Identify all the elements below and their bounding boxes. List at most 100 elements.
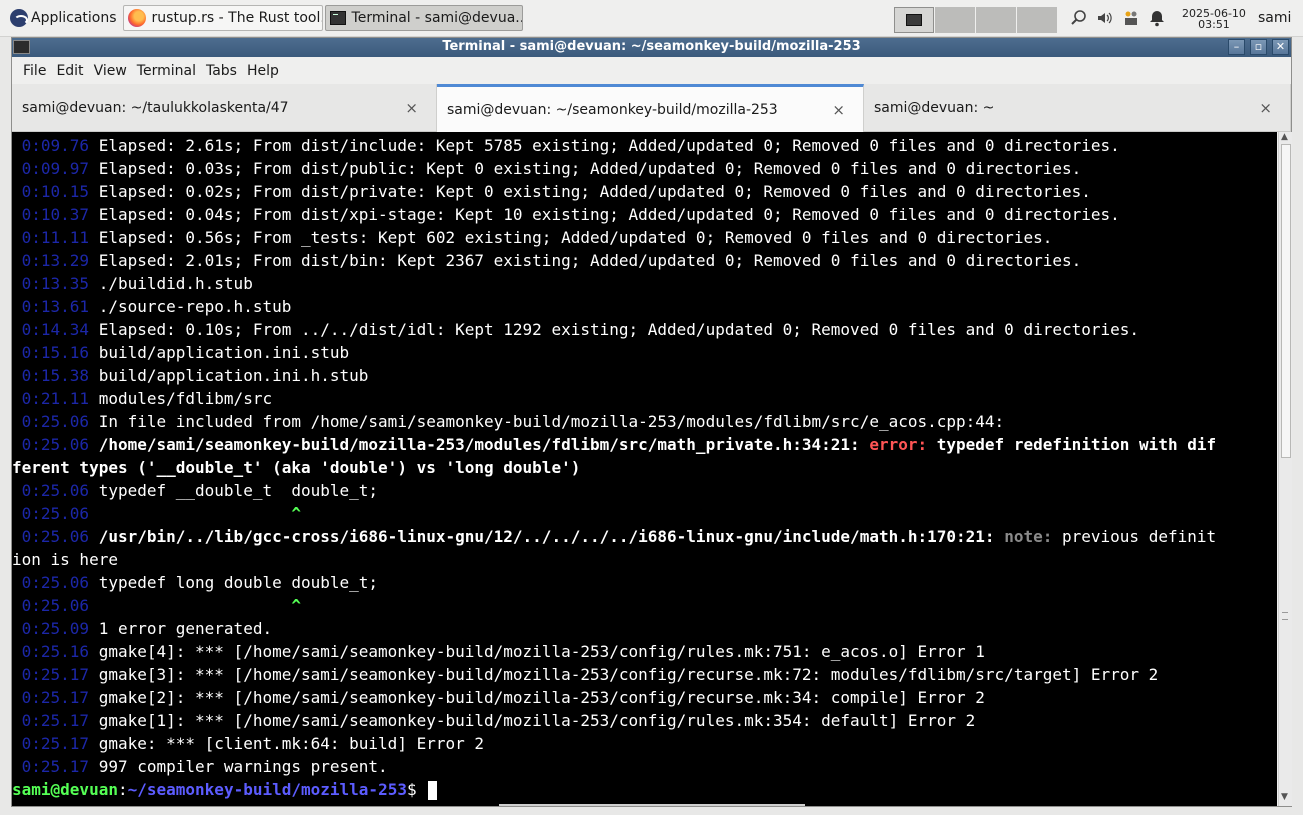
log-text: Elapsed: 0.03s; From dist/public: Kept 0… [89,159,1082,178]
menu-file[interactable]: File [18,63,51,79]
menu-help[interactable]: Help [242,63,284,79]
volume-icon[interactable] [1096,9,1114,27]
workspace-4[interactable] [1017,7,1057,33]
scroll-down-arrow-icon[interactable]: ▼ [1281,792,1288,802]
log-text: Elapsed: 0.04s; From dist/xpi-stage: Kep… [89,205,1120,224]
log-line: 0:15.16 build/application.ini.stub [12,341,350,364]
log-text: gmake[3]: *** [/home/sami/seamonkey-buil… [89,665,1159,684]
timestamp: 0:25.17 [12,665,90,684]
menu-terminal[interactable]: Terminal [132,63,201,79]
log-text: In file included from /home/sami/seamonk… [89,412,1005,431]
log-line: 0:25.06 typedef __double_t double_t; [12,479,378,502]
caret-padding [89,504,291,523]
tab-label: sami@devuan: ~/seamonkey-build/mozilla-2… [447,101,778,118]
log-line: 0:11.11 Elapsed: 0.56s; From _tests: Kep… [12,226,1053,249]
shell-prompt[interactable]: sami@devuan:~/seamonkey-build/mozilla-25… [12,778,438,801]
menu-edit[interactable]: Edit [51,63,88,79]
close-tab-icon[interactable]: × [405,99,418,117]
timestamp: 0:25.06 [12,481,90,500]
top-panel: Applications rustup.rs - The Rust tool..… [0,0,1303,37]
caret-padding [89,596,291,615]
note-line: 0:25.06 /usr/bin/../lib/gcc-cross/i686-l… [12,525,1217,548]
close-tab-icon[interactable]: × [1259,99,1272,117]
timestamp: 0:13.29 [12,251,90,270]
log-text: ./source-repo.h.stub [89,297,292,316]
log-text: build/application.ini.h.stub [89,366,369,385]
task-button-firefox[interactable]: rustup.rs - The Rust tool... [122,5,323,31]
log-text: ./buildid.h.stub [89,274,253,293]
note-path: /usr/bin/../lib/gcc-cross/i686-linux-gnu… [89,527,1005,546]
tab-bar: sami@devuan: ~/taulukkolaskenta/47 × sam… [12,84,1291,132]
tab-seamonkey-build[interactable]: sami@devuan: ~/seamonkey-build/mozilla-2… [437,84,864,132]
prompt-separator: : [117,780,128,799]
maximize-button[interactable]: ▫ [1250,39,1267,55]
error-path: /home/sami/seamonkey-build/mozilla-253/m… [89,435,870,454]
note-line-wrap: ion is here [12,550,118,569]
workspace-3[interactable] [976,7,1016,33]
caret-marker: ^ [291,504,301,523]
terminal-output[interactable]: 0:09.76 Elapsed: 2.61s; From dist/includ… [12,132,1277,806]
network-icon[interactable] [1122,9,1140,27]
search-icon[interactable] [1070,9,1088,27]
clock[interactable]: 2025-06-10 03:51 [1182,8,1246,30]
minimize-button[interactable]: – [1228,39,1245,55]
log-line: 0:21.11 modules/fdlibm/src [12,387,272,410]
vertical-scrollbar[interactable]: ▲ ▼ [1278,132,1292,806]
log-text: build/application.ini.stub [89,343,350,362]
scrollbar-thumb[interactable] [1281,144,1291,458]
window-titlebar[interactable]: Terminal - sami@devuan: ~/seamonkey-buil… [12,38,1291,57]
log-line: 0:09.97 Elapsed: 0.03s; From dist/public… [12,157,1082,180]
text-cursor [428,781,438,800]
user-menu[interactable]: sami [1258,10,1291,26]
task-label: rustup.rs - The Rust tool... [151,10,323,26]
horizontal-scroll-indicator[interactable] [499,804,805,806]
terminal-window: Terminal - sami@devuan: ~/seamonkey-buil… [11,37,1292,807]
log-text: Elapsed: 0.56s; From _tests: Kept 602 ex… [89,228,1053,247]
timestamp: 0:11.11 [12,228,90,247]
scroll-up-arrow-icon[interactable]: ▲ [1281,132,1288,142]
log-text: 1 error generated. [89,619,273,638]
devuan-logo-icon [10,9,28,27]
menu-tabs[interactable]: Tabs [201,63,242,79]
log-text: modules/fdlibm/src [89,389,273,408]
timestamp: 0:25.06 [12,504,90,523]
error-tag: error: [869,435,928,454]
menu-view[interactable]: View [89,63,132,79]
timestamp: 0:25.17 [12,734,90,753]
log-line: 0:25.17 gmake[1]: *** [/home/sami/seamon… [12,709,976,732]
window-thumbnail-icon [906,14,922,26]
tab-home[interactable]: sami@devuan: ~ × [864,84,1291,131]
error-line-wrap: ferent types ('__double_t' (aka 'double'… [12,458,581,477]
close-window-button[interactable]: ✕ [1272,39,1289,55]
task-button-terminal[interactable]: Terminal - sami@devua... [324,5,523,31]
log-line: 0:25.16 gmake[4]: *** [/home/sami/seamon… [12,640,985,663]
log-text: gmake[1]: *** [/home/sami/seamonkey-buil… [89,711,976,730]
log-line: 0:25.06 In file included from /home/sami… [12,410,1005,433]
timestamp: 0:15.38 [12,366,90,385]
workspace-2[interactable] [935,7,975,33]
timestamp: 0:25.06 [12,435,90,454]
timestamp: 0:09.97 [12,159,90,178]
menu-bar: File Edit View Terminal Tabs Help [12,57,1291,84]
workspace-switcher [894,7,1058,33]
log-text: Elapsed: 2.61s; From dist/include: Kept … [89,136,1120,155]
workspace-1[interactable] [894,7,934,33]
timestamp: 0:25.16 [12,642,90,661]
tab-taulukkolaskenta[interactable]: sami@devuan: ~/taulukkolaskenta/47 × [12,84,437,131]
timestamp: 0:25.17 [12,688,90,707]
timestamp: 0:25.09 [12,619,90,638]
log-text: Elapsed: 2.01s; From dist/bin: Kept 2367… [89,251,1082,270]
log-text: typedef long double double_t; [89,573,379,592]
timestamp: 0:25.17 [12,711,90,730]
caret-marker: ^ [291,596,301,615]
close-tab-icon[interactable]: × [832,101,845,119]
log-line: 0:13.29 Elapsed: 2.01s; From dist/bin: K… [12,249,1082,272]
timestamp: 0:25.06 [12,596,90,615]
log-line: 0:13.61 ./source-repo.h.stub [12,295,292,318]
log-line: 0:25.17 997 compiler warnings present. [12,755,388,778]
applications-menu-button[interactable]: Applications [0,3,121,33]
log-line: 0:10.37 Elapsed: 0.04s; From dist/xpi-st… [12,203,1120,226]
clock-time: 03:51 [1198,18,1230,31]
prompt-symbol: $ [406,780,427,799]
notification-bell-icon[interactable] [1148,9,1166,27]
